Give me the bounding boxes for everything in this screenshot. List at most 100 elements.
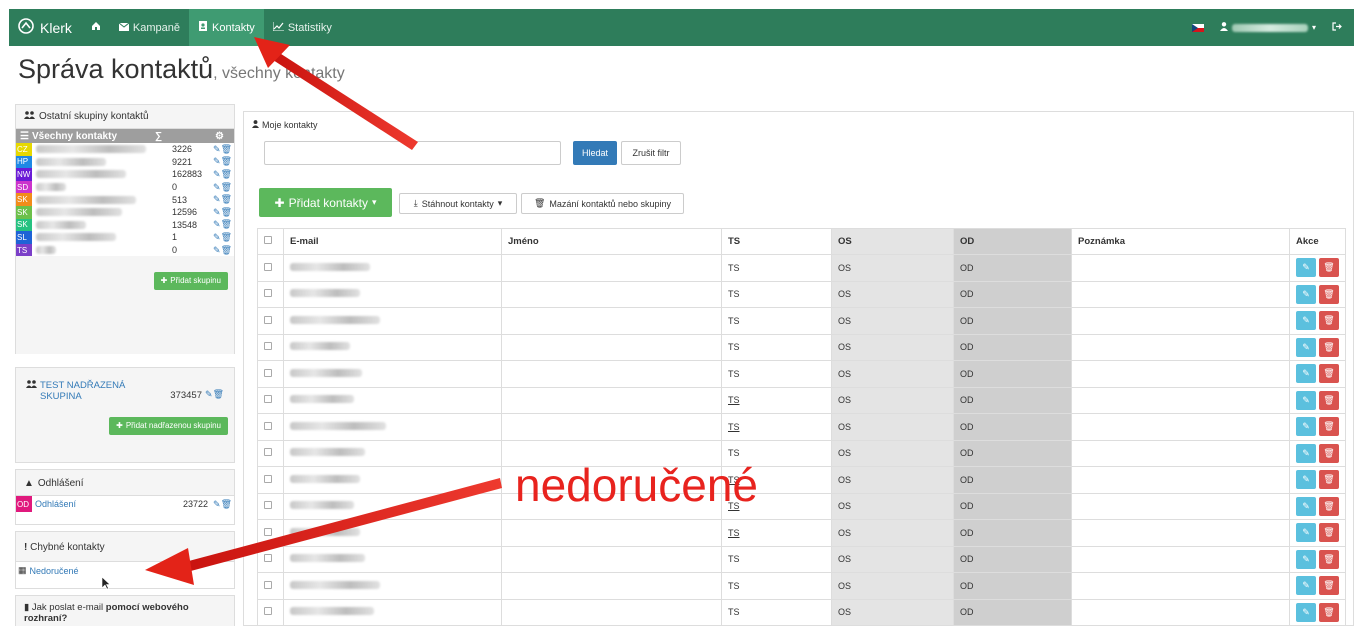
unsubscribe-link[interactable]: Odhlášení <box>32 499 76 509</box>
edit-pencil-icon[interactable]: ✎ <box>1296 390 1316 410</box>
row-checkbox[interactable] <box>257 466 284 494</box>
undelivered-row[interactable]: ▦ Nedoručené <box>16 562 234 579</box>
group-name-redacted[interactable] <box>36 145 146 154</box>
brand[interactable]: Klerk <box>9 18 82 37</box>
unsubscribe-row[interactable]: OD Odhlášení 23722 ✎🗑 <box>16 496 234 512</box>
parent-group-actions[interactable]: ✎🗑 <box>202 380 226 402</box>
group-row[interactable]: SK 12596 ✎🗑 <box>16 205 234 219</box>
edit-pencil-icon[interactable]: ✎ <box>1296 576 1316 596</box>
group-row[interactable]: SL 1 ✎🗑 <box>16 231 234 244</box>
edit-pencil-icon[interactable]: ✎ <box>1296 549 1316 569</box>
group-name-redacted[interactable] <box>36 220 86 229</box>
delete-contacts-button[interactable]: 🗑 Mazání kontaktů nebo skupiny <box>521 193 684 214</box>
edit-pencil-icon[interactable]: ✎ <box>1296 284 1316 304</box>
group-actions[interactable]: ✎🗑 <box>208 232 234 243</box>
delete-trash-icon[interactable]: 🗑 <box>1319 284 1339 304</box>
edit-pencil-icon[interactable]: ✎ <box>1296 258 1316 278</box>
unsubscribe-actions[interactable]: ✎🗑 <box>208 499 234 510</box>
group-row[interactable]: SD 0 ✎🗑 <box>16 180 234 194</box>
group-name-redacted[interactable] <box>36 157 106 166</box>
group-actions[interactable]: ✎🗑 <box>208 207 234 218</box>
row-checkbox[interactable] <box>257 307 284 335</box>
row-checkbox[interactable] <box>257 386 284 414</box>
row-checkbox[interactable] <box>257 572 284 600</box>
group-row[interactable]: NW 162883 ✎🗑 <box>16 168 234 181</box>
row-checkbox[interactable] <box>257 439 284 467</box>
group-actions[interactable]: ✎🗑 <box>208 169 234 180</box>
group-actions[interactable]: ✎🗑 <box>208 182 234 193</box>
edit-pencil-icon[interactable]: ✎ <box>1296 311 1316 331</box>
group-actions[interactable]: ✎🗑 <box>208 144 234 155</box>
delete-trash-icon[interactable]: 🗑 <box>1319 364 1339 384</box>
ts-cell[interactable]: TS <box>721 386 832 414</box>
col-od[interactable]: OD <box>953 228 1072 255</box>
ts-cell[interactable]: TS <box>721 413 832 441</box>
search-button[interactable]: Hledat <box>573 141 617 165</box>
user-menu[interactable]: ▾ <box>1219 21 1316 34</box>
group-name-redacted[interactable] <box>36 246 56 255</box>
col-note[interactable]: Poznámka <box>1071 228 1290 255</box>
edit-pencil-icon[interactable]: ✎ <box>1296 496 1316 516</box>
group-name-redacted[interactable] <box>36 170 126 179</box>
group-name-redacted[interactable] <box>36 183 66 192</box>
delete-trash-icon[interactable]: 🗑 <box>1319 576 1339 596</box>
nav-kontakty[interactable]: Kontakty <box>189 9 264 46</box>
row-checkbox[interactable] <box>257 254 284 282</box>
logout-icon[interactable] <box>1332 21 1342 34</box>
undelivered-link[interactable]: Nedoručené <box>30 566 79 576</box>
delete-trash-icon[interactable]: 🗑 <box>1319 470 1339 490</box>
row-checkbox[interactable] <box>257 333 284 361</box>
delete-trash-icon[interactable]: 🗑 <box>1319 523 1339 543</box>
add-group-button[interactable]: ✚ Přidat skupinu <box>153 271 228 290</box>
delete-trash-icon[interactable]: 🗑 <box>1319 337 1339 357</box>
edit-pencil-icon[interactable]: ✎ <box>1296 337 1316 357</box>
group-name-redacted[interactable] <box>36 195 136 204</box>
row-checkbox[interactable] <box>257 280 284 308</box>
delete-trash-icon[interactable]: 🗑 <box>1319 602 1339 622</box>
row-checkbox[interactable] <box>257 519 284 547</box>
delete-trash-icon[interactable]: 🗑 <box>1319 417 1339 437</box>
delete-trash-icon[interactable]: 🗑 <box>1319 496 1339 516</box>
group-row[interactable]: CZ 3226 ✎🗑 <box>16 143 234 156</box>
group-row[interactable]: SK 13548 ✎🗑 <box>16 218 234 232</box>
gear-icon[interactable]: ⚙ <box>215 131 224 142</box>
row-checkbox[interactable] <box>257 360 284 388</box>
ts-cell[interactable]: TS <box>721 519 832 547</box>
group-row[interactable]: SK 513 ✎🗑 <box>16 193 234 206</box>
nav-statistiky[interactable]: Statistiky <box>264 9 341 46</box>
edit-pencil-icon[interactable]: ✎ <box>1296 523 1316 543</box>
row-checkbox[interactable] <box>257 492 284 520</box>
add-contacts-button[interactable]: ✚ Přidat kontakty ▾ <box>259 188 392 217</box>
group-actions[interactable]: ✎🗑 <box>208 156 234 167</box>
download-contacts-button[interactable]: ⤓ Stáhnout kontakty ▾ <box>399 193 517 214</box>
col-os[interactable]: OS <box>831 228 954 255</box>
group-actions[interactable]: ✎🗑 <box>208 219 234 230</box>
delete-trash-icon[interactable]: 🗑 <box>1319 390 1339 410</box>
group-actions[interactable]: ✎🗑 <box>208 194 234 205</box>
clear-filter-button[interactable]: Zrušit filtr <box>621 141 681 165</box>
row-checkbox[interactable] <box>257 413 284 441</box>
delete-trash-icon[interactable]: 🗑 <box>1319 443 1339 463</box>
group-actions[interactable]: ✎🗑 <box>208 245 234 256</box>
delete-trash-icon[interactable]: 🗑 <box>1319 549 1339 569</box>
edit-pencil-icon[interactable]: ✎ <box>1296 364 1316 384</box>
edit-pencil-icon[interactable]: ✎ <box>1296 602 1316 622</box>
col-name[interactable]: Jméno <box>501 228 722 255</box>
select-all-checkbox[interactable] <box>257 228 284 255</box>
nav-home[interactable] <box>82 9 110 46</box>
edit-pencil-icon[interactable]: ✎ <box>1296 417 1316 437</box>
row-checkbox[interactable] <box>257 598 284 626</box>
delete-trash-icon[interactable]: 🗑 <box>1319 258 1339 278</box>
col-ts[interactable]: TS <box>721 228 832 255</box>
all-contacts-header[interactable]: ☰ Všechny kontakty ∑ ⚙ <box>16 129 234 143</box>
add-parent-group-button[interactable]: ✚ Přidat nadřazenou skupinu <box>109 416 228 435</box>
parent-group-link[interactable]: TEST NADŘAZENÁ SKUPINA <box>40 380 140 402</box>
edit-pencil-icon[interactable]: ✎ <box>1296 443 1316 463</box>
edit-pencil-icon[interactable]: ✎ <box>1296 470 1316 490</box>
group-name-redacted[interactable] <box>36 233 116 242</box>
group-row[interactable]: TS 0 ✎🗑 <box>16 243 234 257</box>
col-email[interactable]: E-mail <box>283 228 502 255</box>
group-row[interactable]: HP 9221 ✎🗑 <box>16 155 234 169</box>
row-checkbox[interactable] <box>257 545 284 573</box>
nav-kampane[interactable]: Kampaně <box>110 9 189 46</box>
